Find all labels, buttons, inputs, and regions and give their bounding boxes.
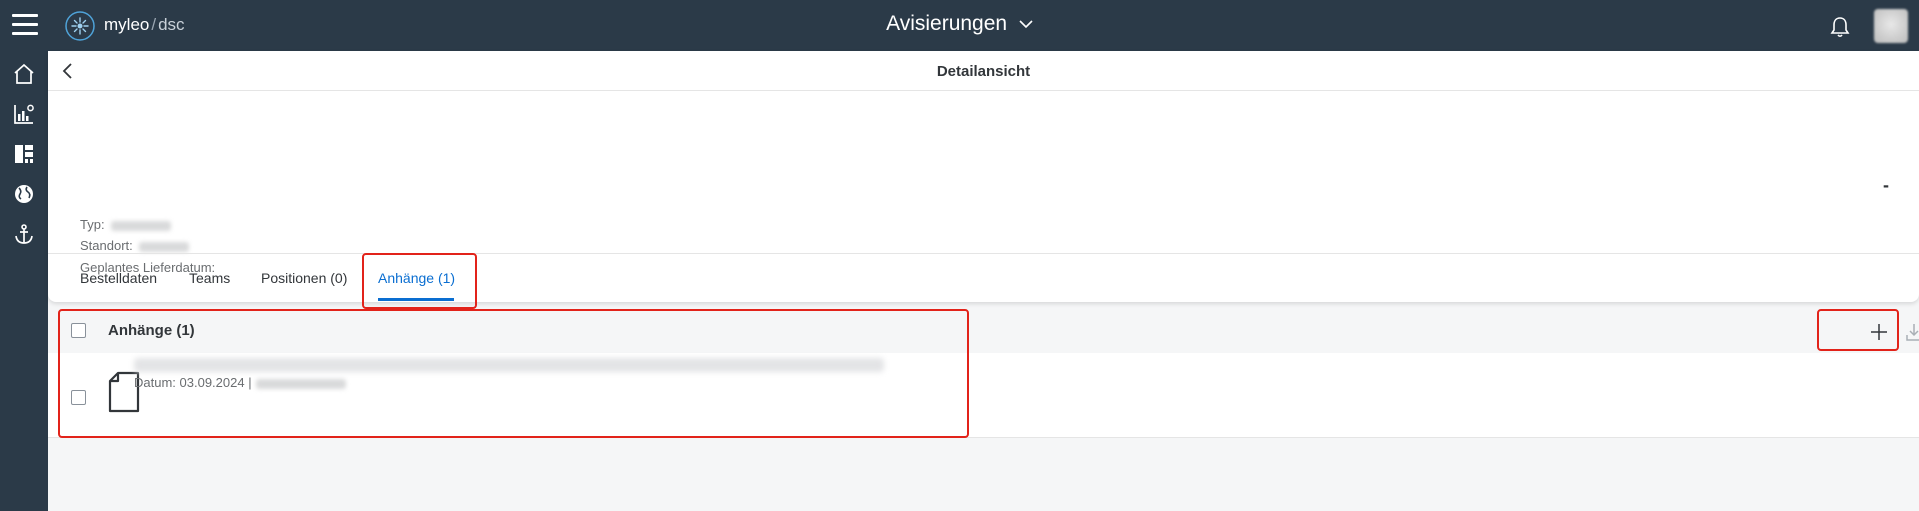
page-title: Detailansicht xyxy=(936,63,1031,80)
bell-icon[interactable] xyxy=(1828,15,1852,39)
chart-settings-icon[interactable] xyxy=(12,102,36,126)
anchor-icon[interactable] xyxy=(12,222,36,246)
attachment-filename-redacted[interactable] xyxy=(134,358,884,372)
app-title-dropdown[interactable] xyxy=(920,10,1080,42)
menu-icon[interactable] xyxy=(12,14,38,36)
tab-separator xyxy=(48,253,1919,254)
active-tab-indicator xyxy=(378,298,454,301)
add-icon[interactable] xyxy=(1866,319,1892,345)
tab-teams[interactable]: Teams xyxy=(189,270,230,286)
myleo-logo-icon[interactable] xyxy=(64,10,96,42)
tab-anhaenge[interactable]: Anhänge (1) xyxy=(378,270,455,286)
object-header: Detailansicht - Typ: Standort: Geplantes… xyxy=(48,51,1919,302)
tab-positionen[interactable]: Positionen (0) xyxy=(261,270,347,286)
attachment-date: Datum: 03.09.2024 | xyxy=(134,375,346,390)
attribute-type: Typ: xyxy=(80,217,171,232)
main-content: Detailansicht - Typ: Standort: Geplantes… xyxy=(48,51,1919,511)
home-icon[interactable] xyxy=(12,62,36,86)
attachments-title: Anhänge (1) xyxy=(108,322,195,339)
attribute-location: Standort: xyxy=(80,238,189,253)
dashboard-icon[interactable] xyxy=(12,142,36,166)
select-all-checkbox[interactable] xyxy=(71,323,86,338)
attachments-toolbar xyxy=(48,311,1919,353)
header-status-value: - xyxy=(1883,175,1889,195)
sub-header: Detailansicht xyxy=(48,51,1919,91)
brand-name: myleo / dsc xyxy=(104,15,185,34)
avatar[interactable] xyxy=(1874,9,1908,43)
side-navigation xyxy=(0,51,48,511)
attachment-checkbox[interactable] xyxy=(71,390,86,405)
shell-bar: myleo / dsc Avisierungen xyxy=(0,0,1919,51)
tab-bestelldaten[interactable]: Bestelldaten xyxy=(80,270,157,286)
download-icon[interactable] xyxy=(1901,319,1919,345)
globe-icon[interactable] xyxy=(12,182,36,206)
